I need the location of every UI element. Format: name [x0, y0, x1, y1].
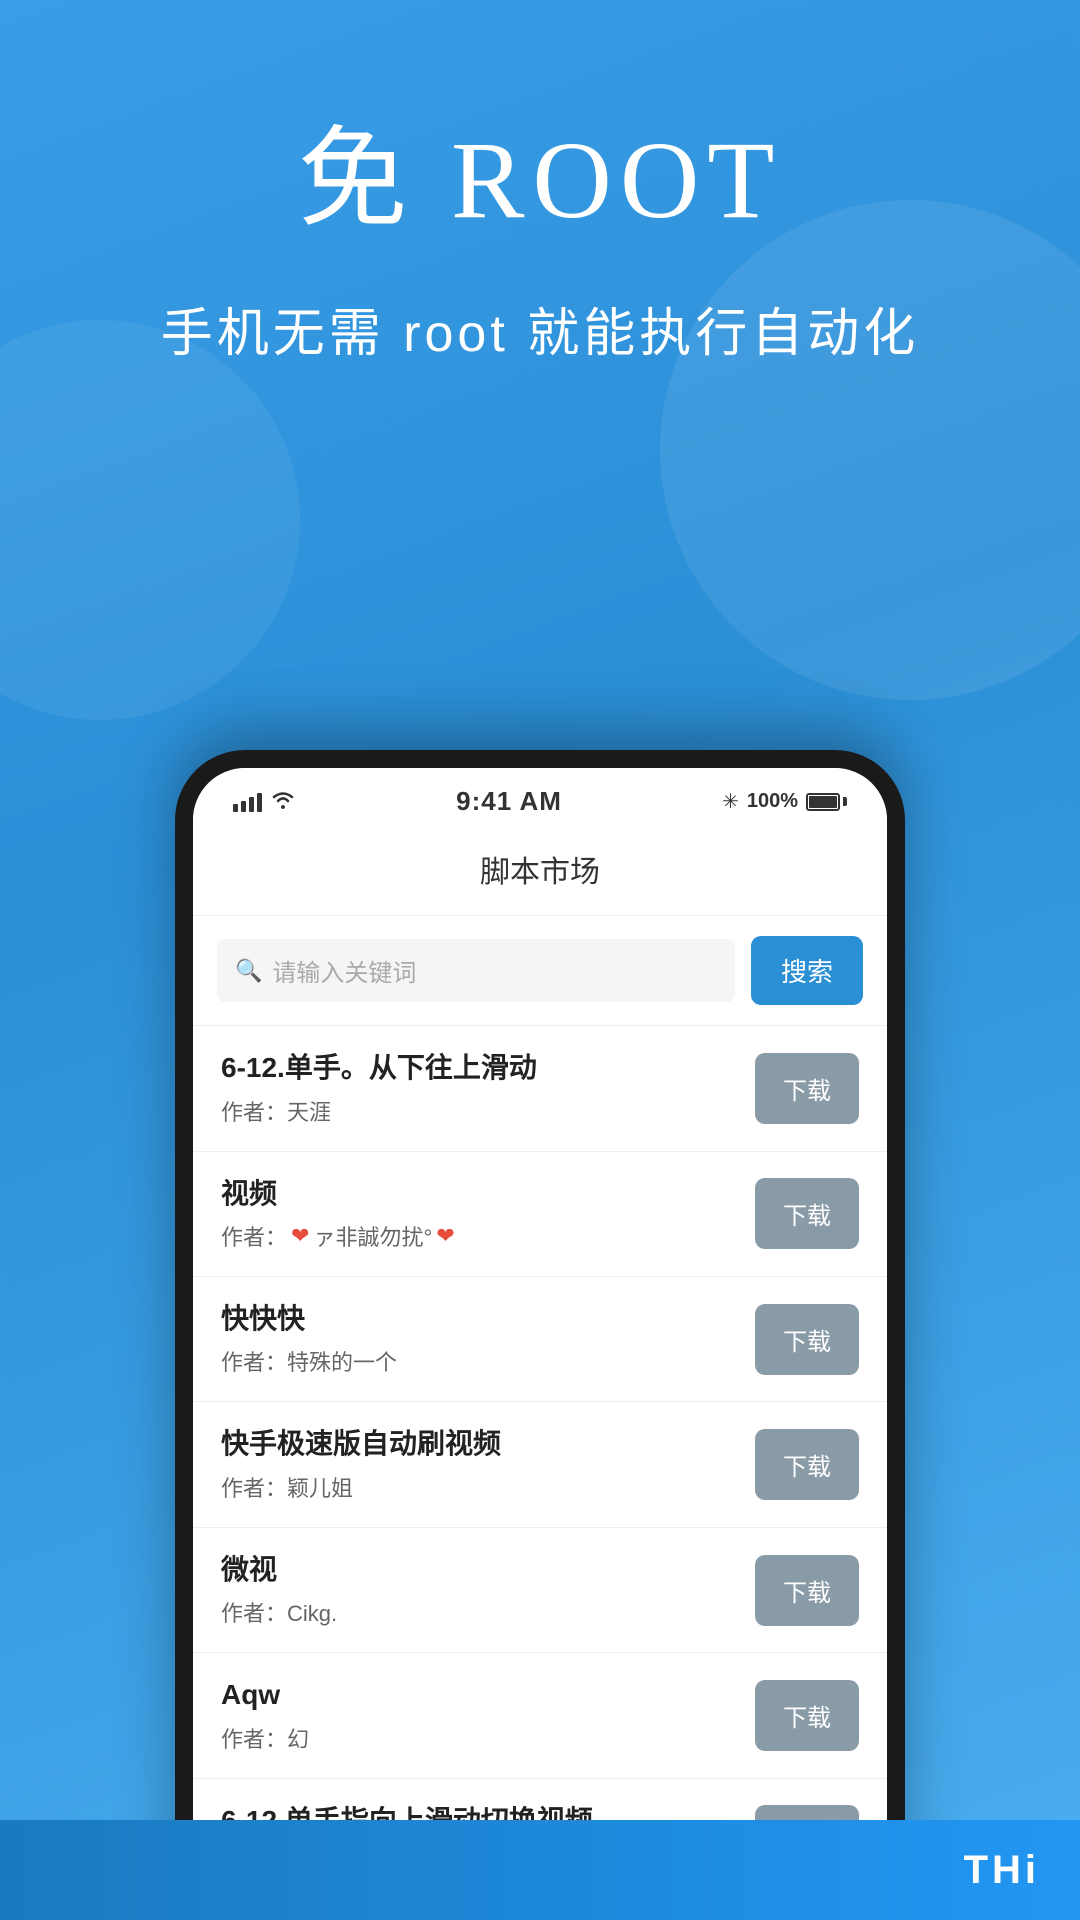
list-item: 微视 作者：Cikg. 下载 — [193, 1528, 887, 1653]
search-input-wrap[interactable]: 🔍 请输入关键词 — [217, 939, 735, 1002]
script-author: 作者：幻 — [221, 1722, 735, 1754]
bottom-bar: THi — [0, 1820, 1080, 1920]
list-item: 快手极速版自动刷视频 作者：颖儿姐 下载 — [193, 1402, 887, 1527]
status-right: ✳ 100% — [722, 789, 847, 814]
wifi-icon — [270, 789, 296, 815]
script-info: 快手极速版自动刷视频 作者：颖儿姐 — [221, 1426, 755, 1502]
signal-bar-1 — [233, 804, 238, 812]
script-name: 微视 — [221, 1552, 735, 1588]
phone-mockup: 9:41 AM ✳ 100% 脚本市场 🔍 — [175, 750, 905, 1920]
phone-screen: 9:41 AM ✳ 100% 脚本市场 🔍 — [193, 768, 887, 1920]
status-bar: 9:41 AM ✳ 100% — [193, 768, 887, 827]
script-author: 作者：颖儿姐 — [221, 1471, 735, 1503]
hero-title: 免 ROOT — [0, 120, 1080, 241]
script-info: 6-12.单手。从下往上滑动 作者：天涯 — [221, 1050, 755, 1126]
script-list: 6-12.单手。从下往上滑动 作者：天涯 下载 视频 作者： ❤ ︎ァ非誠勿扰°… — [193, 1026, 887, 1920]
download-button[interactable]: 下载 — [755, 1304, 859, 1375]
bg-decoration-2 — [0, 320, 300, 720]
list-item: 视频 作者： ❤ ︎ァ非誠勿扰° ❤ 下载 — [193, 1152, 887, 1277]
script-name: 视频 — [221, 1176, 735, 1212]
author-prefix: 作者： — [221, 1220, 287, 1252]
bluetooth-icon: ✳ — [722, 789, 739, 814]
hero-section: 免 ROOT 手机无需 root 就能执行自动化 — [0, 0, 1080, 369]
signal-bar-3 — [249, 797, 254, 812]
list-item: 快快快 作者：特殊的一个 下载 — [193, 1277, 887, 1402]
script-info: Aqw 作者：幻 — [221, 1677, 755, 1753]
phone-frame: 9:41 AM ✳ 100% 脚本市场 🔍 — [175, 750, 905, 1920]
search-row: 🔍 请输入关键词 搜索 — [193, 916, 887, 1026]
script-author: 作者：特殊的一个 — [221, 1345, 735, 1377]
list-item: 6-12.单手。从下往上滑动 作者：天涯 下载 — [193, 1026, 887, 1151]
heart-icon: ❤ — [291, 1223, 309, 1249]
download-button[interactable]: 下载 — [755, 1680, 859, 1751]
script-author: 作者：天涯 — [221, 1095, 735, 1127]
script-author: 作者：Cikg. — [221, 1596, 735, 1628]
download-button[interactable]: 下载 — [755, 1555, 859, 1626]
battery-percent: 100% — [747, 790, 798, 813]
status-time: 9:41 AM — [456, 786, 562, 817]
signal-bar-4 — [257, 793, 262, 812]
download-button[interactable]: 下载 — [755, 1178, 859, 1249]
script-info: 微视 作者：Cikg. — [221, 1552, 755, 1628]
download-button[interactable]: 下载 — [755, 1429, 859, 1500]
script-name: Aqw — [221, 1677, 735, 1713]
script-info: 快快快 作者：特殊的一个 — [221, 1301, 755, 1377]
download-button[interactable]: 下载 — [755, 1053, 859, 1124]
bottom-bar-text: THi — [964, 1848, 1040, 1893]
app-header-title: 脚本市场 — [193, 827, 887, 916]
script-author: 作者： ❤ ︎ァ非誠勿扰° ❤ — [221, 1220, 735, 1252]
status-left — [233, 789, 296, 815]
search-button[interactable]: 搜索 — [751, 936, 863, 1005]
script-info: 视频 作者： ❤ ︎ァ非誠勿扰° ❤ — [221, 1176, 755, 1252]
list-item: Aqw 作者：幻 下载 — [193, 1653, 887, 1778]
hero-subtitle: 手机无需 root 就能执行自动化 — [0, 301, 1080, 369]
script-name: 快手极速版自动刷视频 — [221, 1426, 735, 1462]
author-name: ︎ァ非誠勿扰° — [313, 1220, 432, 1252]
script-name: 快快快 — [221, 1301, 735, 1337]
signal-icon — [233, 792, 262, 812]
battery-icon — [806, 793, 847, 811]
search-placeholder-text: 请输入关键词 — [272, 953, 416, 988]
script-name: 6-12.单手。从下往上滑动 — [221, 1050, 735, 1086]
heart-icon-2: ❤ — [436, 1223, 454, 1249]
signal-bar-2 — [241, 801, 246, 812]
search-icon: 🔍 — [235, 958, 262, 984]
